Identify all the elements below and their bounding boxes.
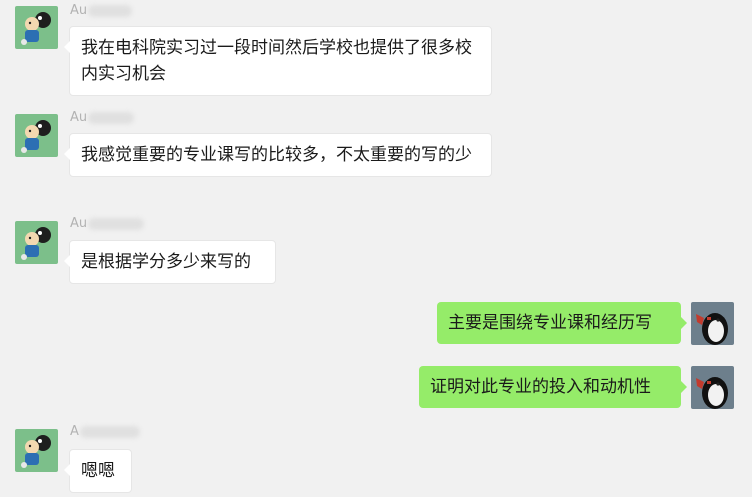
sender-name: A xyxy=(70,424,140,440)
message-bubble[interactable]: 主要是围绕专业课和经历写 xyxy=(437,302,687,344)
sender-name-text: A xyxy=(70,424,79,439)
sender-name: Au xyxy=(70,3,133,19)
blurred-name xyxy=(88,218,145,230)
cartoon-character-avatar-icon[interactable] xyxy=(15,114,58,157)
sender-name-text: Au xyxy=(70,3,88,18)
message-bubble[interactable]: 嗯嗯 xyxy=(64,449,132,493)
sender-name-text: Au xyxy=(70,216,88,231)
blurred-name xyxy=(88,5,133,17)
sender-name-text: Au xyxy=(70,110,88,125)
cartoon-character-avatar-icon[interactable] xyxy=(15,429,58,472)
cartoon-character-avatar-icon[interactable] xyxy=(15,6,58,49)
cartoon-character-avatar-icon[interactable] xyxy=(15,221,58,264)
penguin-avatar-icon[interactable] xyxy=(691,302,734,345)
message-bubble[interactable]: 是根据学分多少来写的 xyxy=(64,240,276,284)
blurred-name xyxy=(79,426,140,438)
message-bubble[interactable]: 证明对此专业的投入和动机性 xyxy=(419,366,687,408)
penguin-avatar-icon[interactable] xyxy=(691,366,734,409)
message-bubble[interactable]: 我感觉重要的专业课写的比较多，不太重要的写的少 xyxy=(64,133,492,177)
blurred-name xyxy=(88,112,135,124)
message-bubble[interactable]: 我在电科院实习过一段时间然后学校也提供了很多校内实习机会 xyxy=(64,26,492,96)
sender-name: Au xyxy=(70,216,145,232)
sender-name: Au xyxy=(70,110,135,126)
